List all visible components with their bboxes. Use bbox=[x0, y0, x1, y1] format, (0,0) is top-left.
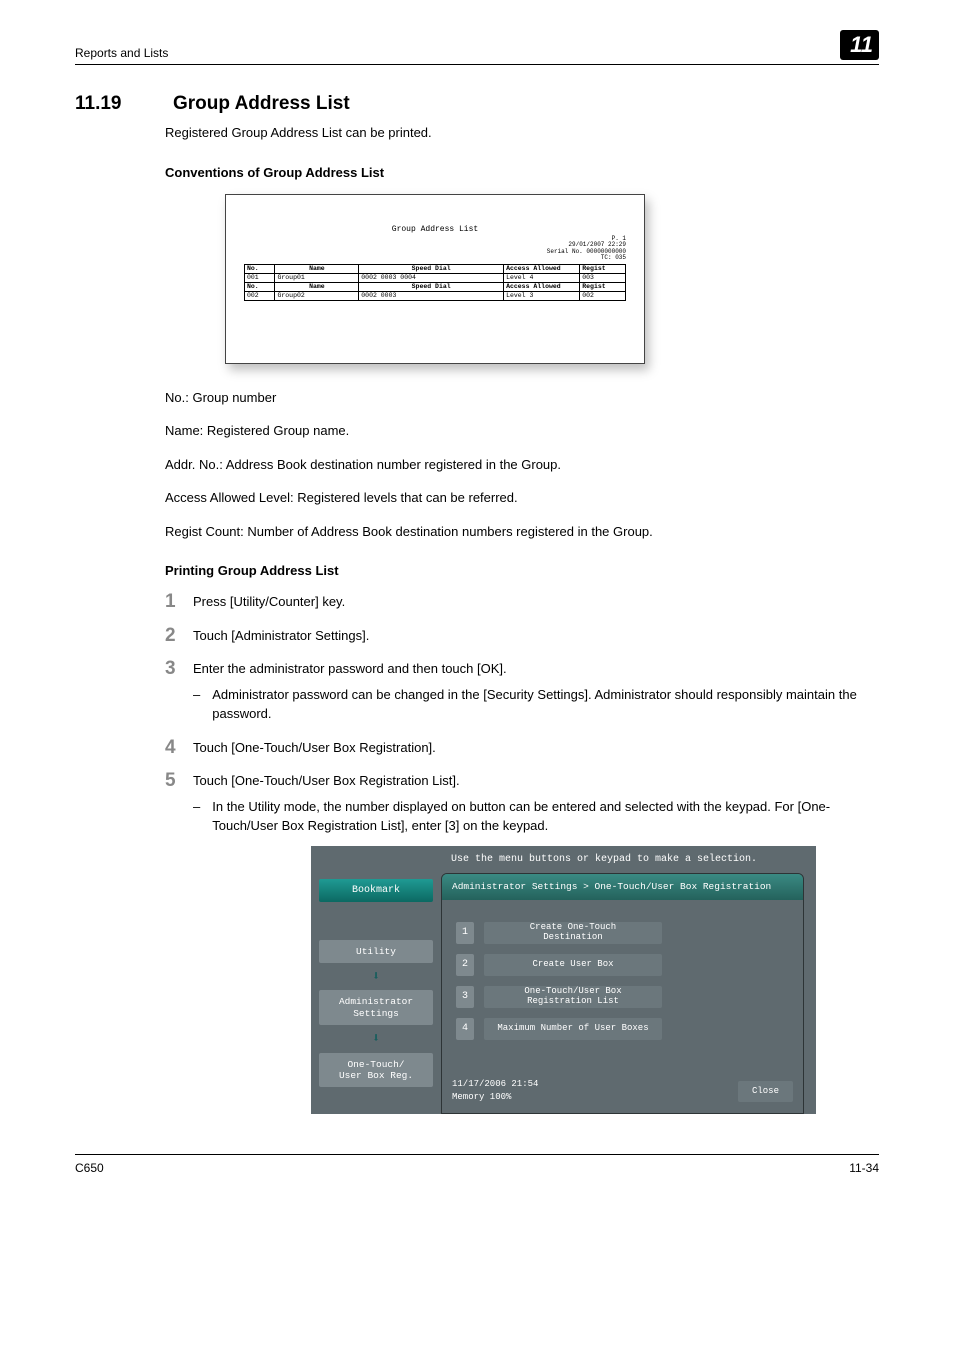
fig1-title: Group Address List bbox=[244, 225, 626, 234]
fig2-memory: Memory 100% bbox=[452, 1091, 538, 1105]
def-name: Name: Registered Group name. bbox=[165, 421, 879, 441]
bookmark-tab[interactable]: Bookmark bbox=[319, 879, 433, 902]
col2-speed: Speed Dial bbox=[359, 282, 504, 291]
dash-icon: – bbox=[193, 797, 200, 836]
col-name: Name bbox=[275, 264, 359, 273]
col-regist: Regist bbox=[580, 264, 626, 273]
side-onetouch-button[interactable]: One-Touch/ User Box Reg. bbox=[319, 1053, 433, 1088]
fig1-tc-label: TC: bbox=[601, 254, 612, 261]
menu-reg-list[interactable]: One-Touch/User Box Registration List bbox=[484, 986, 662, 1008]
r2-speed: 0002 0003 bbox=[359, 291, 504, 300]
menu-create-userbox[interactable]: Create User Box bbox=[484, 954, 662, 976]
col-speed: Speed Dial bbox=[359, 264, 504, 273]
figure-touchscreen: Use the menu buttons or keypad to make a… bbox=[311, 846, 816, 1114]
menu-num-1[interactable]: 1 bbox=[456, 922, 474, 944]
r2-no: 002 bbox=[245, 291, 275, 300]
close-button[interactable]: Close bbox=[738, 1081, 793, 1103]
r1-regist: 003 bbox=[580, 273, 626, 282]
fig1-serial-label: Serial No. bbox=[547, 248, 583, 255]
footer-model: C650 bbox=[75, 1161, 104, 1175]
step-1: Press [Utility/Counter] key. bbox=[165, 592, 879, 612]
r2-name: Group02 bbox=[275, 291, 359, 300]
col-no: No. bbox=[245, 264, 275, 273]
step-5-note: In the Utility mode, the number displaye… bbox=[212, 797, 879, 836]
menu-num-3[interactable]: 3 bbox=[456, 986, 474, 1008]
fig2-breadcrumb: Administrator Settings > One-Touch/User … bbox=[442, 874, 803, 900]
fig2-instruction: Use the menu buttons or keypad to make a… bbox=[311, 846, 816, 873]
intro-text: Registered Group Address List can be pri… bbox=[165, 123, 879, 143]
r2-regist: 002 bbox=[580, 291, 626, 300]
r1-access: Level 4 bbox=[504, 273, 580, 282]
menu-max-boxes[interactable]: Maximum Number of User Boxes bbox=[484, 1018, 662, 1040]
def-no: No.: Group number bbox=[165, 388, 879, 408]
section-number: 11.19 bbox=[75, 93, 155, 115]
step-3-note: Administrator password can be changed in… bbox=[212, 685, 879, 724]
step-3: Enter the administrator password and the… bbox=[165, 659, 879, 724]
step-2: Touch [Administrator Settings]. bbox=[165, 626, 879, 646]
dash-icon: – bbox=[193, 685, 200, 724]
section-title: Group Address List bbox=[173, 93, 350, 115]
subheading-printing: Printing Group Address List bbox=[165, 563, 879, 578]
footer-page: 11-34 bbox=[849, 1161, 879, 1175]
col2-access: Access Allowed bbox=[504, 282, 580, 291]
def-regist: Regist Count: Number of Address Book des… bbox=[165, 522, 879, 542]
subheading-conventions: Conventions of Group Address List bbox=[165, 165, 879, 180]
r1-speed: 0002 0003 0004 bbox=[359, 273, 504, 282]
menu-num-4[interactable]: 4 bbox=[456, 1018, 474, 1040]
fig1-tc: 035 bbox=[615, 254, 626, 261]
col-access: Access Allowed bbox=[504, 264, 580, 273]
breadcrumb: Reports and Lists bbox=[75, 46, 168, 60]
figure-group-address-list: Group Address List P. 1 29/01/2007 22:29… bbox=[225, 194, 645, 364]
step-5: Touch [One-Touch/User Box Registration L… bbox=[165, 771, 879, 1114]
chapter-badge: 11 bbox=[840, 30, 879, 60]
menu-create-onetouch[interactable]: Create One-Touch Destination bbox=[484, 922, 662, 944]
arrow-down-icon: ⬇ bbox=[319, 967, 433, 987]
def-addr: Addr. No.: Address Book destination numb… bbox=[165, 455, 879, 475]
col2-no: No. bbox=[245, 282, 275, 291]
r1-name: Group01 bbox=[275, 273, 359, 282]
side-admin-button[interactable]: Administrator Settings bbox=[319, 990, 433, 1025]
fig1-table: No. Name Speed Dial Access Allowed Regis… bbox=[244, 264, 626, 301]
fig2-datetime: 11/17/2006 21:54 bbox=[452, 1078, 538, 1092]
def-access: Access Allowed Level: Registered levels … bbox=[165, 488, 879, 508]
menu-num-2[interactable]: 2 bbox=[456, 954, 474, 976]
arrow-down-icon: ⬇ bbox=[319, 1029, 433, 1049]
r1-no: 001 bbox=[245, 273, 275, 282]
step-4: Touch [One-Touch/User Box Registration]. bbox=[165, 738, 879, 758]
side-utility-button[interactable]: Utility bbox=[319, 940, 433, 963]
col2-name: Name bbox=[275, 282, 359, 291]
r2-access: Level 3 bbox=[504, 291, 580, 300]
col2-regist: Regist bbox=[580, 282, 626, 291]
